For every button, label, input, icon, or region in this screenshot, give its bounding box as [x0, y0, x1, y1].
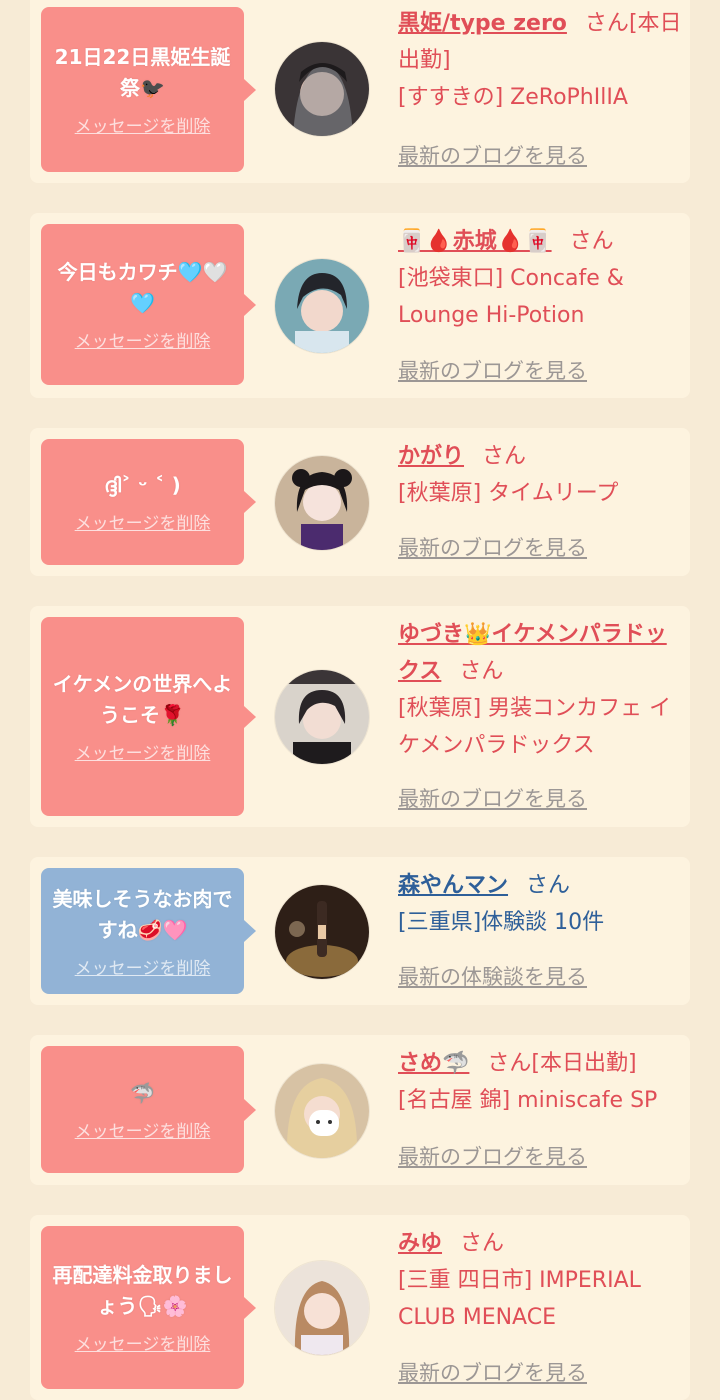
user-name-link[interactable]: 森やんマン	[398, 873, 508, 898]
latest-blog-link[interactable]: 最新のブログを見る	[398, 140, 587, 170]
shop-detail: [名古屋 錦] miniscafe SP	[398, 1088, 658, 1113]
delete-message-link[interactable]: メッセージを削除	[75, 509, 211, 534]
avatar[interactable]	[274, 455, 370, 551]
san-label: さん	[569, 229, 614, 254]
message-card: ദ്ദി˃ ᵕ ˂ ) メッセージを削除 かがり さん [秋葉原] タイムリープ …	[30, 428, 690, 576]
cast-name-link[interactable]: かがり	[398, 444, 464, 469]
message-bubble: 再配達料金取りましょう🗣🌸 メッセージを削除	[41, 1226, 256, 1389]
latest-blog-link[interactable]: 最新のブログを見る	[398, 1141, 587, 1171]
san-label: さん	[460, 1231, 505, 1256]
message-bubble: イケメンの世界へようこそ🌹 メッセージを削除	[41, 617, 256, 816]
latest-blog-link[interactable]: 最新のブログを見る	[398, 532, 587, 562]
san-label: さん	[482, 444, 527, 469]
latest-blog-link[interactable]: 最新のブログを見る	[398, 783, 587, 813]
message-card: 再配達料金取りましょう🗣🌸 メッセージを削除 みゆ さん [三重 四日市] IMP…	[30, 1215, 690, 1400]
cast-name-link[interactable]: 黒姫/type zero	[398, 11, 567, 36]
message-card: 美味しそうなお肉ですね🥩🩷 メッセージを削除 森やんマン さん [三重県]体験談 …	[30, 857, 690, 1005]
delete-message-link[interactable]: メッセージを削除	[75, 112, 211, 137]
message-list: 21日22日黒姫生誕祭🐦‍⬛ メッセージを削除 黒姫/type zero さん[本…	[0, 0, 720, 1400]
cast-name-link[interactable]: さめ🦈	[398, 1051, 469, 1076]
message-text: 今日もカワチ🩵🤍🩵	[57, 260, 228, 315]
message-text: 美味しそうなお肉ですね🥩🩷	[52, 886, 233, 942]
delete-message-link[interactable]: メッセージを削除	[75, 739, 211, 764]
message-bubble: 🦈 メッセージを削除	[41, 1046, 256, 1173]
avatar[interactable]	[274, 1063, 370, 1159]
san-label: さん	[459, 659, 504, 684]
latest-review-link[interactable]: 最新の体験談を見る	[398, 961, 587, 991]
status-label: [本日出勤]	[531, 1051, 637, 1076]
cast-name-link[interactable]: 🀄🩸赤城🩸🀄	[398, 229, 552, 254]
san-label: さん	[487, 1051, 532, 1076]
message-bubble: 今日もカワチ🩵🤍🩵 メッセージを削除	[41, 224, 256, 385]
latest-blog-link[interactable]: 最新のブログを見る	[398, 1357, 587, 1387]
message-text: 21日22日黒姫生誕祭🐦‍⬛	[54, 45, 231, 100]
latest-blog-link[interactable]: 最新のブログを見る	[398, 355, 587, 385]
delete-message-link[interactable]: メッセージを削除	[75, 327, 211, 352]
message-text: イケメンの世界へようこそ🌹	[52, 672, 233, 727]
shop-detail: [秋葉原] 男装コンカフェ イケメンパラドックス	[398, 696, 672, 758]
delete-message-link[interactable]: メッセージを削除	[75, 1117, 211, 1142]
message-bubble: ദ്ദി˃ ᵕ ˂ ) メッセージを削除	[41, 439, 256, 565]
avatar[interactable]	[274, 669, 370, 765]
avatar[interactable]	[274, 41, 370, 137]
avatar[interactable]	[274, 884, 370, 980]
san-label: さん	[584, 11, 629, 36]
shop-detail: [池袋東口] Concafe & Lounge Hi-Potion	[398, 266, 624, 328]
avatar[interactable]	[274, 258, 370, 354]
shop-detail: [すすきの] ZeRoPhIlIA	[398, 85, 628, 110]
avatar[interactable]	[274, 1260, 370, 1356]
message-card: イケメンの世界へようこそ🌹 メッセージを削除 ゆづき👑イケメンパラドックス さん …	[30, 606, 690, 827]
message-card: 21日22日黒姫生誕祭🐦‍⬛ メッセージを削除 黒姫/type zero さん[本…	[30, 0, 690, 183]
shop-detail: [三重 四日市] IMPERIAL CLUB MENACE	[398, 1268, 641, 1330]
message-bubble: 21日22日黒姫生誕祭🐦‍⬛ メッセージを削除	[41, 7, 256, 172]
message-card: 今日もカワチ🩵🤍🩵 メッセージを削除 🀄🩸赤城🩸🀄 さん [池袋東口] Conca…	[30, 213, 690, 398]
message-text: 再配達料金取りましょう🗣🌸	[52, 1263, 233, 1318]
message-text: 🦈	[130, 1080, 155, 1105]
message-card: 🦈 メッセージを削除 さめ🦈 さん[本日出勤] [名古屋 錦] miniscafe…	[30, 1035, 690, 1185]
message-bubble: 美味しそうなお肉ですね🥩🩷 メッセージを削除	[41, 868, 256, 994]
delete-message-link[interactable]: メッセージを削除	[75, 954, 211, 979]
delete-message-link[interactable]: メッセージを削除	[75, 1330, 211, 1355]
cast-name-link[interactable]: みゆ	[398, 1231, 442, 1256]
shop-detail: [秋葉原] タイムリープ	[398, 481, 619, 506]
san-label: さん	[526, 873, 571, 898]
review-detail: [三重県]体験談 10件	[398, 910, 605, 935]
cast-name-link[interactable]: ゆづき👑イケメンパラドックス	[398, 622, 667, 684]
message-text: ദ്ദി˃ ᵕ ˂ )	[104, 473, 181, 497]
